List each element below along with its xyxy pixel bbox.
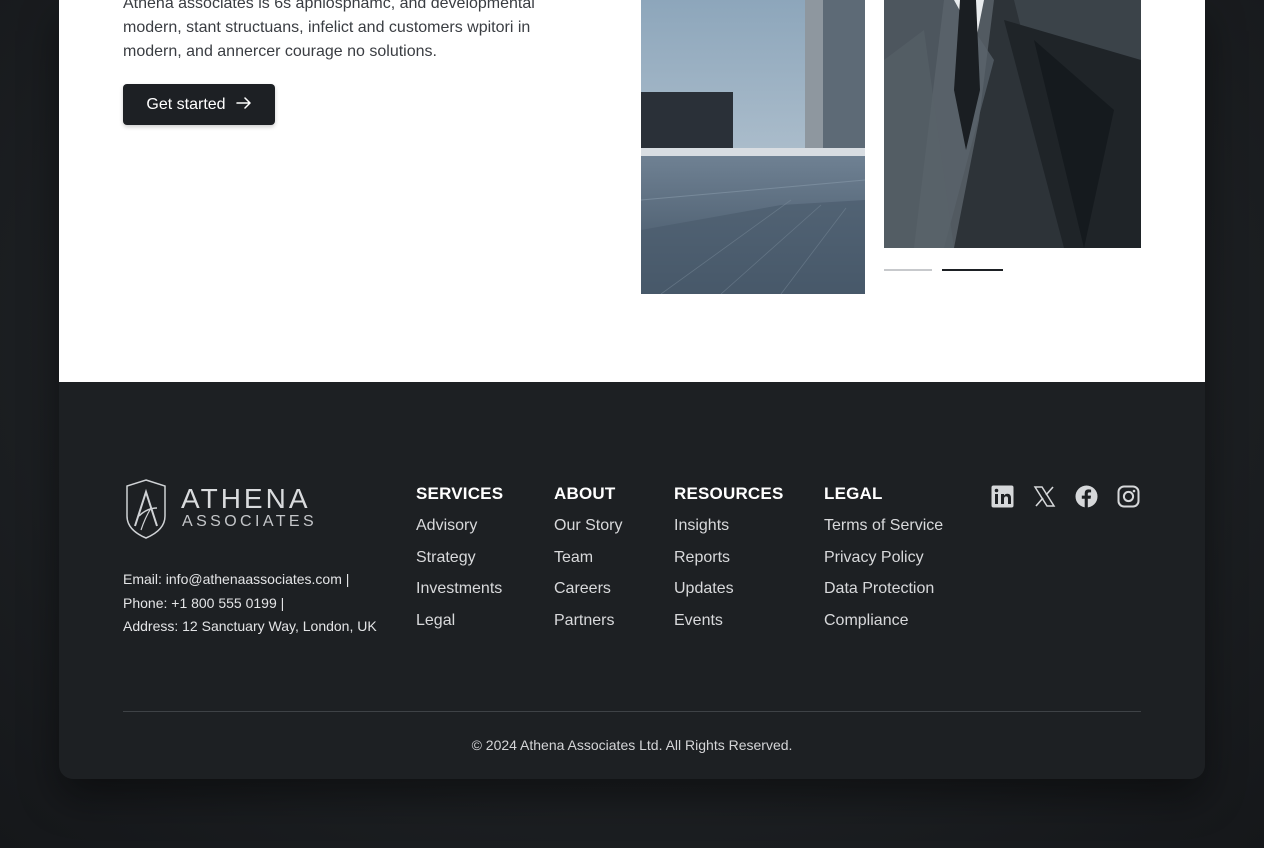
architecture-image: [641, 0, 865, 294]
get-started-button[interactable]: Get started: [123, 84, 275, 125]
carousel-indicators: [884, 269, 1003, 271]
contact-email: Email: info@athenaassociates.com |: [123, 571, 350, 587]
hero-text-line: modern, and annercer courage no solution…: [123, 43, 437, 60]
contact-info: Email: info@athenaassociates.com | Phone…: [123, 568, 377, 639]
column-title: ABOUT: [554, 484, 616, 503]
footer-link[interactable]: Partners: [554, 605, 622, 637]
footer-link[interactable]: Careers: [554, 573, 622, 605]
footer-column-resources: RESOURCES Insights Reports Updates Event…: [674, 484, 784, 637]
footer-link[interactable]: Legal: [416, 605, 503, 637]
facebook-icon[interactable]: [1075, 485, 1098, 508]
site-footer: ATHENA ASSOCIATES Email: info@athenaasso…: [59, 382, 1205, 779]
get-started-label: Get started: [146, 95, 226, 113]
footer-column-legal: LEGAL Terms of Service Privacy Policy Da…: [824, 484, 943, 637]
footer-divider: [123, 711, 1141, 712]
athena-shield-icon: [126, 479, 166, 539]
footer-link[interactable]: Compliance: [824, 605, 943, 637]
footer-link[interactable]: Data Protection: [824, 573, 943, 605]
instagram-icon[interactable]: [1117, 485, 1140, 508]
carousel-dot[interactable]: [884, 269, 932, 271]
footer-link[interactable]: Updates: [674, 573, 784, 605]
carousel-dot-active[interactable]: [942, 269, 1003, 271]
footer-link[interactable]: Reports: [674, 542, 784, 574]
footer-link[interactable]: Our Story: [554, 510, 622, 542]
footer-link[interactable]: Investments: [416, 573, 503, 605]
copyright-text: © 2024 Athena Associates Ltd. All Rights…: [471, 737, 793, 753]
footer-column-about: ABOUT Our Story Team Careers Partners: [554, 484, 622, 637]
hero-section: Athena associates is 6s aphiosphamc, and…: [59, 0, 1205, 382]
column-title: RESOURCES: [674, 484, 784, 503]
hero-text-line: modern, stant structuans, infelict and c…: [123, 19, 531, 36]
page-card: Athena associates is 6s aphiosphamc, and…: [59, 0, 1205, 779]
column-title: LEGAL: [824, 484, 883, 503]
arrow-right-icon: [235, 96, 252, 114]
contact-phone: Phone: +1 800 555 0199 |: [123, 594, 285, 611]
x-icon[interactable]: [1033, 485, 1056, 508]
linkedin-icon[interactable]: [991, 485, 1014, 508]
footer-link[interactable]: Insights: [674, 510, 784, 542]
hero-description: Athena associates is 6s aphiosphamc, and…: [123, 0, 553, 64]
hero-text-line: Athena associates is 6s aphiosphamc, and…: [123, 0, 535, 12]
footer-link[interactable]: Advisory: [416, 510, 503, 542]
contact-address: Address: 12 Sanctuary Way, London, UK: [123, 618, 377, 634]
social-links: [991, 485, 1140, 508]
brand-subtitle: ASSOCIATES: [182, 513, 318, 530]
footer-link[interactable]: Events: [674, 605, 784, 637]
footer-column-services: SERVICES Advisory Strategy Investments L…: [416, 484, 503, 637]
footer-link[interactable]: Privacy Policy: [824, 542, 943, 574]
businessman-image: [884, 0, 1141, 248]
footer-link[interactable]: Team: [554, 542, 622, 574]
footer-link[interactable]: Terms of Service: [824, 510, 943, 542]
brand-name: ATHENA: [181, 483, 311, 514]
column-title: SERVICES: [416, 484, 504, 503]
footer-link[interactable]: Strategy: [416, 542, 503, 574]
